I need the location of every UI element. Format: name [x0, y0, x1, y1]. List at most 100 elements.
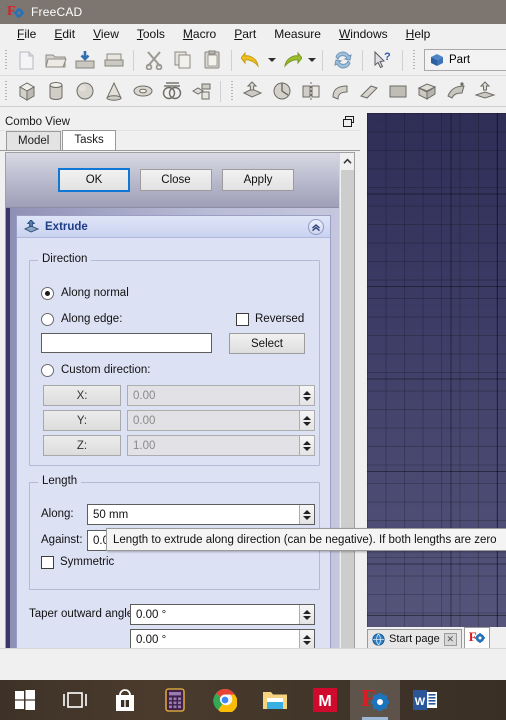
sweep-icon[interactable]: [441, 78, 470, 105]
scrollbar-thumb[interactable]: [341, 170, 354, 690]
undo-dropdown-icon[interactable]: [266, 47, 277, 74]
redo-icon[interactable]: [277, 47, 306, 74]
scroll-up-icon[interactable]: [340, 153, 354, 169]
dock-splitter[interactable]: [360, 113, 367, 647]
menu-view[interactable]: View: [84, 24, 128, 45]
menu-edit[interactable]: Edit: [45, 24, 84, 45]
chamfer-icon[interactable]: [354, 78, 383, 105]
toolbar-grip[interactable]: [3, 81, 10, 101]
taper-angle-2-spinner[interactable]: [299, 630, 314, 649]
document-tab-start-page[interactable]: Start page ✕: [367, 629, 462, 648]
new-document-icon[interactable]: [12, 47, 41, 74]
label-against: Against:: [41, 534, 83, 546]
open-document-icon[interactable]: [41, 47, 70, 74]
dock-title: Combo View: [5, 115, 70, 128]
taper-angle-2-input[interactable]: 0.00 °: [130, 629, 315, 650]
toolbar-grip[interactable]: [229, 81, 236, 101]
extrude-panel-header[interactable]: Extrude: [17, 216, 330, 238]
print-document-icon[interactable]: [99, 47, 128, 74]
cylinder-icon[interactable]: [41, 78, 70, 105]
axis-x-input[interactable]: 0.00: [127, 385, 315, 406]
radio-along-normal[interactable]: [41, 287, 54, 300]
torus-icon[interactable]: [128, 78, 157, 105]
menu-measure[interactable]: Measure: [265, 24, 330, 45]
freecad-logo-icon: F: [7, 4, 24, 20]
axis-z-spinner[interactable]: [299, 436, 314, 455]
copy-icon[interactable]: [168, 47, 197, 74]
tab-model[interactable]: Model: [6, 131, 62, 150]
ok-button[interactable]: OK: [58, 168, 130, 192]
task-view-button[interactable]: [50, 680, 100, 720]
fillet-icon[interactable]: [325, 78, 354, 105]
menu-windows[interactable]: Windows: [330, 24, 397, 45]
revolve-icon[interactable]: [267, 78, 296, 105]
ruled-surface-icon[interactable]: [383, 78, 412, 105]
apply-button[interactable]: Apply: [222, 169, 294, 191]
word-button[interactable]: W: [400, 680, 450, 720]
cone-icon[interactable]: [99, 78, 128, 105]
m-app-button[interactable]: M: [300, 680, 350, 720]
length-along-input[interactable]: 50 mm: [87, 504, 315, 525]
status-bar: [0, 648, 506, 680]
radio-along-edge[interactable]: [41, 313, 54, 326]
mirror-icon[interactable]: [296, 78, 325, 105]
menu-tools[interactable]: Tools: [128, 24, 174, 45]
axis-y-spinner[interactable]: [299, 411, 314, 430]
section-icon[interactable]: [470, 78, 499, 105]
document-tab-active[interactable]: F: [463, 627, 490, 648]
task-panel-scrollbar[interactable]: [339, 153, 354, 720]
length-along-spinner[interactable]: [299, 505, 314, 524]
menu-help[interactable]: Help: [397, 24, 440, 45]
calculator-button[interactable]: [150, 680, 200, 720]
checkbox-reversed[interactable]: [236, 313, 249, 326]
taper-angle-1-input[interactable]: 0.00 °: [130, 604, 315, 625]
sphere-icon[interactable]: [70, 78, 99, 105]
chrome-button[interactable]: [200, 680, 250, 720]
extrude-icon[interactable]: [238, 78, 267, 105]
explorer-button[interactable]: [250, 680, 300, 720]
axis-x-button[interactable]: X:: [43, 385, 121, 406]
axis-y-input[interactable]: 0.00: [127, 410, 315, 431]
menu-macro[interactable]: Macro: [174, 24, 225, 45]
primitives-icon[interactable]: [157, 78, 186, 105]
file-explorer-icon: [263, 692, 287, 709]
taper-angle-2-value: 0.00 °: [136, 633, 167, 646]
save-document-icon[interactable]: [70, 47, 99, 74]
cut-icon[interactable]: [139, 47, 168, 74]
toolbar-separator: [322, 49, 323, 71]
shape-builder-icon[interactable]: [186, 78, 215, 105]
undo-icon[interactable]: [237, 47, 266, 74]
globe-icon: [372, 632, 385, 646]
redo-dropdown-icon[interactable]: [306, 47, 317, 74]
radio-custom-direction[interactable]: [41, 364, 54, 377]
toolbar-grip[interactable]: [411, 50, 418, 70]
refresh-icon[interactable]: [328, 47, 357, 74]
select-edge-button[interactable]: Select: [229, 333, 305, 354]
menu-file[interactable]: FFileile: [8, 24, 45, 45]
edge-input[interactable]: [41, 333, 212, 353]
loft-icon[interactable]: [412, 78, 441, 105]
paste-icon[interactable]: [197, 47, 226, 74]
axis-z-button[interactable]: Z:: [43, 435, 121, 456]
taper-angle-1-spinner[interactable]: [299, 605, 314, 624]
tab-tasks[interactable]: Tasks: [62, 130, 116, 150]
window-title: FreeCAD: [31, 5, 83, 19]
checkbox-symmetric[interactable]: [41, 556, 54, 569]
toolbar-separator: [402, 49, 403, 71]
freecad-button[interactable]: F: [350, 680, 400, 720]
close-button[interactable]: Close: [140, 169, 212, 191]
axis-x-spinner[interactable]: [299, 386, 314, 405]
axis-z-input[interactable]: 1.00: [127, 435, 315, 456]
store-button[interactable]: [100, 680, 150, 720]
box-icon[interactable]: [12, 78, 41, 105]
whats-this-icon[interactable]: ?: [368, 47, 397, 74]
menu-part[interactable]: Part: [225, 24, 265, 45]
workbench-selector[interactable]: Part: [424, 49, 506, 71]
chevron-up-icon[interactable]: [308, 219, 324, 235]
start-button[interactable]: [0, 680, 50, 720]
toolbar-grip[interactable]: [3, 50, 10, 70]
close-icon[interactable]: ✕: [443, 632, 457, 646]
axis-y-button[interactable]: Y:: [43, 410, 121, 431]
combo-view-dock: Combo View Model Tasks OK Close Apply Ex…: [0, 113, 360, 720]
restore-window-icon[interactable]: [343, 116, 354, 127]
